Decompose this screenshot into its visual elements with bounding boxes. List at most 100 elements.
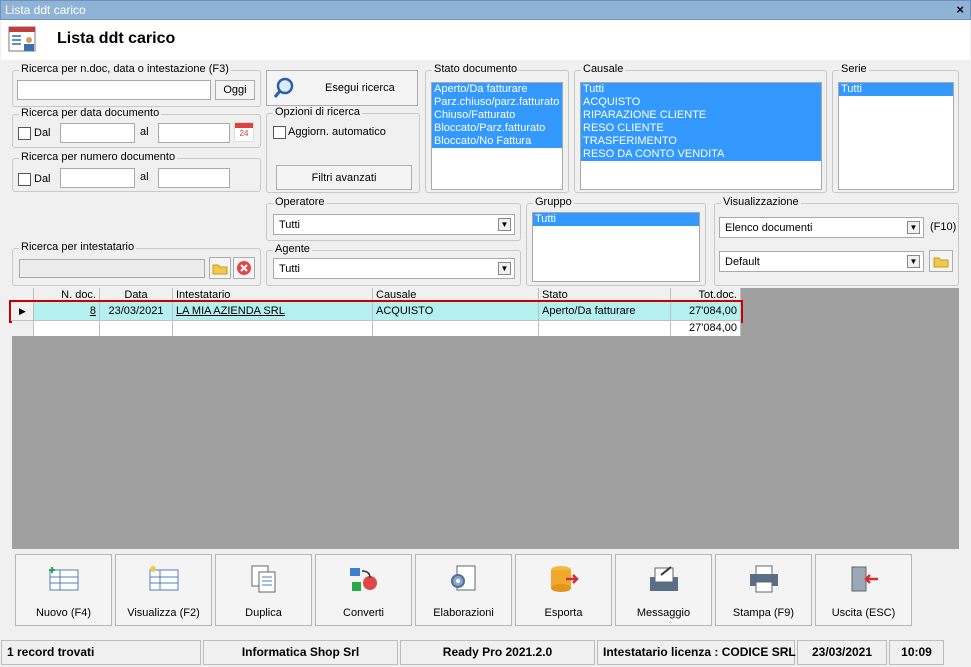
search-options-group: Opzioni di ricerca Aggiorn. automatico F… xyxy=(266,106,420,193)
serie-label: Serie xyxy=(839,63,869,75)
search-number-checkbox[interactable] xyxy=(18,173,31,186)
execute-search-button[interactable]: Esegui ricerca xyxy=(266,70,418,106)
convert-button[interactable]: Converti xyxy=(315,554,412,626)
calendar-icon[interactable]: 24 xyxy=(234,122,254,142)
search-options-label: Opzioni di ricerca xyxy=(273,106,362,118)
search-ndoc-input[interactable] xyxy=(17,80,211,100)
message-button[interactable]: Messaggio xyxy=(615,554,712,626)
causale-item[interactable]: ACQUISTO xyxy=(581,96,821,109)
view-button[interactable]: Visualizza (F2) xyxy=(115,554,212,626)
totals-cell xyxy=(34,321,100,336)
folder-icon[interactable] xyxy=(209,257,231,279)
status-item[interactable]: Bloccato/No Fattura xyxy=(432,135,562,148)
view-button-label: Visualizza (F2) xyxy=(127,607,200,619)
search-ndoc-group: Ricerca per n.doc, data o intestazione (… xyxy=(12,63,261,107)
status-records: 1 record trovati xyxy=(1,640,201,665)
gruppo-list[interactable]: Tutti xyxy=(532,212,700,282)
clear-icon[interactable] xyxy=(233,257,255,279)
gruppo-label: Gruppo xyxy=(533,196,574,208)
chevron-down-icon[interactable]: ▼ xyxy=(498,262,511,275)
causale-group: Causale Tutti ACQUISTO RIPARAZIONE CLIEN… xyxy=(574,63,827,193)
search-number-to-label: al xyxy=(140,171,149,183)
elaborations-button-label: Elaborazioni xyxy=(433,607,494,619)
operatore-select[interactable]: Tutti ▼ xyxy=(273,214,515,235)
operatore-group: Operatore Tutti ▼ xyxy=(266,196,521,241)
export-button[interactable]: Esporta xyxy=(515,554,612,626)
search-date-label: Ricerca per data documento xyxy=(19,107,162,119)
operatore-label: Operatore xyxy=(273,196,327,208)
document-grid: N. doc. Data Intestatario Causale Stato … xyxy=(9,288,959,549)
date-to-input[interactable] xyxy=(158,123,230,143)
visualizzazione-value: Elenco documenti xyxy=(725,222,813,234)
execute-search-label: Esegui ricerca xyxy=(325,82,395,94)
visualizzazione-shortcut: (F10) xyxy=(930,221,957,233)
convert-icon xyxy=(350,568,377,591)
status-item[interactable]: Aperto/Da fatturare xyxy=(432,83,562,96)
visualizzazione-select[interactable]: Elenco documenti ▼ xyxy=(719,217,924,238)
gear-document-icon xyxy=(451,565,476,591)
gruppo-item[interactable]: Tutti xyxy=(533,213,699,226)
causale-item[interactable]: RIPARAZIONE CLIENTE xyxy=(581,109,821,122)
export-button-label: Esporta xyxy=(544,607,583,619)
print-button[interactable]: Stampa (F9) xyxy=(715,554,812,626)
number-to-input[interactable] xyxy=(158,168,230,188)
operatore-value: Tutti xyxy=(279,219,300,231)
layout-value: Default xyxy=(725,256,760,268)
totals-row-header xyxy=(12,321,34,336)
exit-door-icon xyxy=(851,566,878,592)
close-icon[interactable]: × xyxy=(956,2,964,17)
search-date-checkbox[interactable] xyxy=(18,127,31,140)
search-icon xyxy=(273,77,294,98)
exit-button-label: Uscita (ESC) xyxy=(831,607,896,619)
new-button[interactable]: Nuovo (F4) xyxy=(15,554,112,626)
intestatario-group: Ricerca per intestatario xyxy=(12,241,261,286)
causale-item[interactable]: TRASFERIMENTO xyxy=(581,135,821,148)
totals-cell xyxy=(373,321,539,336)
status-list[interactable]: Aperto/Da fatturare Parz.chiuso/parz.fat… xyxy=(431,82,563,190)
convert-button-label: Converti xyxy=(343,607,384,619)
agente-select[interactable]: Tutti ▼ xyxy=(273,258,515,279)
status-item[interactable]: Chiuso/Fatturato xyxy=(432,109,562,122)
auto-update-checkbox[interactable] xyxy=(273,126,286,139)
chevron-down-icon[interactable]: ▼ xyxy=(907,221,920,234)
new-button-label: Nuovo (F4) xyxy=(35,607,92,619)
exit-button[interactable]: Uscita (ESC) xyxy=(815,554,912,626)
number-from-input[interactable] xyxy=(60,168,135,188)
causale-item[interactable]: Tutti xyxy=(581,83,821,96)
today-button[interactable]: Oggi xyxy=(215,80,255,100)
causale-item[interactable]: RESO CLIENTE xyxy=(581,122,821,135)
search-number-from-label: Dal xyxy=(34,173,51,185)
status-license: Intestatario licenza : CODICE SRL xyxy=(597,640,796,665)
layout-select[interactable]: Default ▼ xyxy=(719,251,924,272)
status-group: Stato documento Aperto/Da fatturare Parz… xyxy=(425,63,569,193)
chevron-down-icon[interactable]: ▼ xyxy=(907,255,920,268)
folder-icon[interactable] xyxy=(929,250,953,272)
duplicate-button-label: Duplica xyxy=(245,607,282,619)
causale-item[interactable]: RESO DA CONTO VENDITA xyxy=(581,148,821,161)
window-title: Lista ddt carico xyxy=(5,3,86,17)
totals-cell xyxy=(173,321,373,336)
status-item[interactable]: Bloccato/Parz.fatturato xyxy=(432,122,562,135)
status-version: Ready Pro 2021.2.0 xyxy=(400,640,595,665)
advanced-filters-button[interactable]: Filtri avanzati xyxy=(276,165,412,190)
status-item[interactable]: Parz.chiuso/parz.fatturato xyxy=(432,96,562,109)
elaborations-button[interactable]: Elaborazioni xyxy=(415,554,512,626)
visualizzazione-label: Visualizzazione xyxy=(721,196,801,208)
auto-update-label: Aggiorn. automatico xyxy=(288,126,386,138)
visualizzazione-group: Visualizzazione Elenco documenti ▼ (F10)… xyxy=(714,196,959,286)
intestatario-input[interactable] xyxy=(19,259,205,278)
chevron-down-icon[interactable]: ▼ xyxy=(498,218,511,231)
message-icon xyxy=(650,566,678,591)
serie-list[interactable]: Tutti xyxy=(838,82,954,190)
page-header: Lista ddt carico xyxy=(1,20,970,60)
window-titlebar: Lista ddt carico × xyxy=(0,0,971,20)
export-database-icon xyxy=(551,566,579,592)
status-date: 23/03/2021 xyxy=(797,640,887,665)
status-time: 10:09 xyxy=(889,640,944,665)
calendar-day: 24 xyxy=(239,129,249,138)
totals-row: 27'084,00 xyxy=(12,321,741,336)
serie-item[interactable]: Tutti xyxy=(839,83,953,96)
date-from-input[interactable] xyxy=(60,123,135,143)
duplicate-button[interactable]: Duplica xyxy=(215,554,312,626)
causale-list[interactable]: Tutti ACQUISTO RIPARAZIONE CLIENTE RESO … xyxy=(580,82,822,190)
